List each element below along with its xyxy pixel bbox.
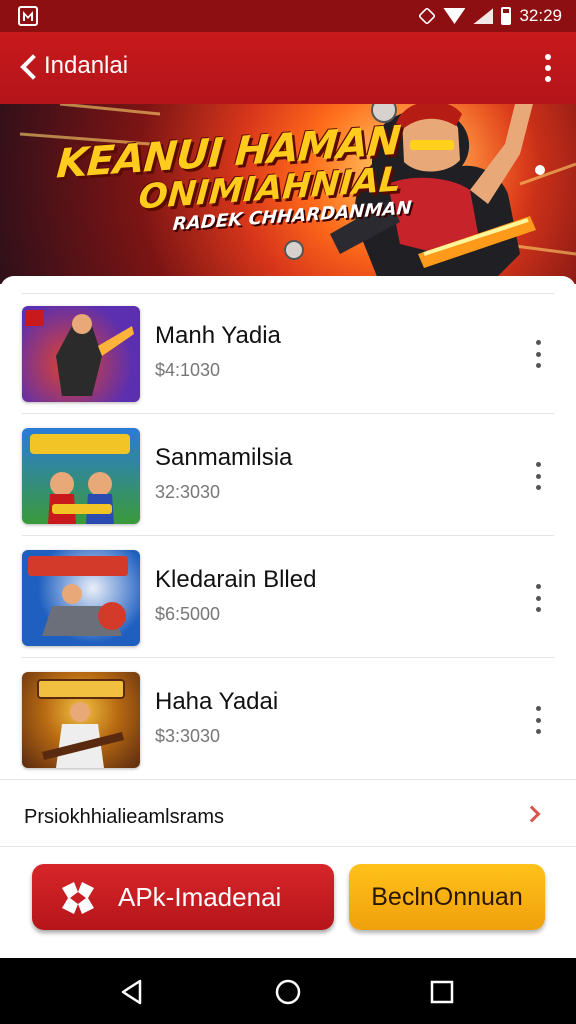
game-thumbnail [22, 306, 140, 402]
game-thumbnail [22, 428, 140, 524]
see-more-row[interactable]: Prsiokhhialieamlsrams [0, 780, 576, 850]
list-item[interactable]: Manh Yadia $4:1030 [0, 294, 576, 414]
item-menu-icon[interactable] [532, 340, 544, 368]
game-list-sheet: Manh Yadia $4:1030 Sanmamilsia 32:3030 K… [0, 276, 576, 856]
item-price: $6:5000 [155, 604, 221, 624]
see-more-label: Prsiokhhialieamlsrams [24, 806, 225, 828]
apk-logo-icon [62, 882, 94, 914]
divider [22, 657, 554, 658]
item-menu-icon[interactable] [532, 706, 544, 734]
item-name: Manh Yadia [155, 322, 281, 349]
app-title: Indanlai [44, 52, 129, 79]
system-nav-bar [0, 958, 576, 1024]
list-item[interactable]: Haha Yadai $3:3030 [0, 660, 576, 780]
battery-icon [501, 7, 512, 25]
divider [0, 846, 576, 847]
secondary-action-button[interactable]: BeclnOnnuan [349, 864, 545, 930]
game-thumbnail [22, 550, 140, 646]
hero-banner: Indanlai KEANUI HAMAN ONIMIAHNIAL RADEK … [0, 32, 576, 284]
nav-recents-icon[interactable] [428, 978, 456, 1006]
item-name: Kledarain Blled [155, 566, 317, 593]
divider [22, 535, 554, 536]
item-menu-icon[interactable] [532, 584, 544, 612]
status-time: 32:29 [519, 6, 562, 25]
divider [22, 413, 554, 414]
list-item[interactable]: Kledarain Blled $6:5000 [0, 538, 576, 658]
game-thumbnail [22, 672, 140, 768]
nav-home-icon[interactable] [274, 978, 302, 1006]
secondary-action-label: BeclnOnnuan [371, 882, 523, 911]
item-name: Haha Yadai [155, 688, 279, 715]
chevron-right-icon [523, 805, 541, 823]
signal-icon [473, 8, 494, 24]
apk-download-label: APk-Imadenai [118, 882, 282, 912]
apk-download-button[interactable]: APk-Imadenai [32, 864, 334, 930]
item-price: $3:3030 [155, 726, 221, 746]
item-price: $4:1030 [155, 360, 221, 380]
back-button[interactable] [18, 54, 44, 80]
overflow-menu-icon[interactable] [540, 54, 556, 82]
item-menu-icon[interactable] [532, 462, 544, 490]
app-notification-icon [18, 6, 38, 26]
status-icons: 32:29 [418, 0, 562, 32]
status-bar: 32:29 [0, 0, 576, 32]
nav-back-icon[interactable] [118, 978, 146, 1006]
mute-icon [418, 6, 437, 26]
wifi-icon [443, 8, 466, 24]
item-name: Sanmamilsia [155, 444, 293, 471]
list-item[interactable]: Sanmamilsia 32:3030 [0, 416, 576, 536]
item-price: 32:3030 [155, 482, 221, 502]
